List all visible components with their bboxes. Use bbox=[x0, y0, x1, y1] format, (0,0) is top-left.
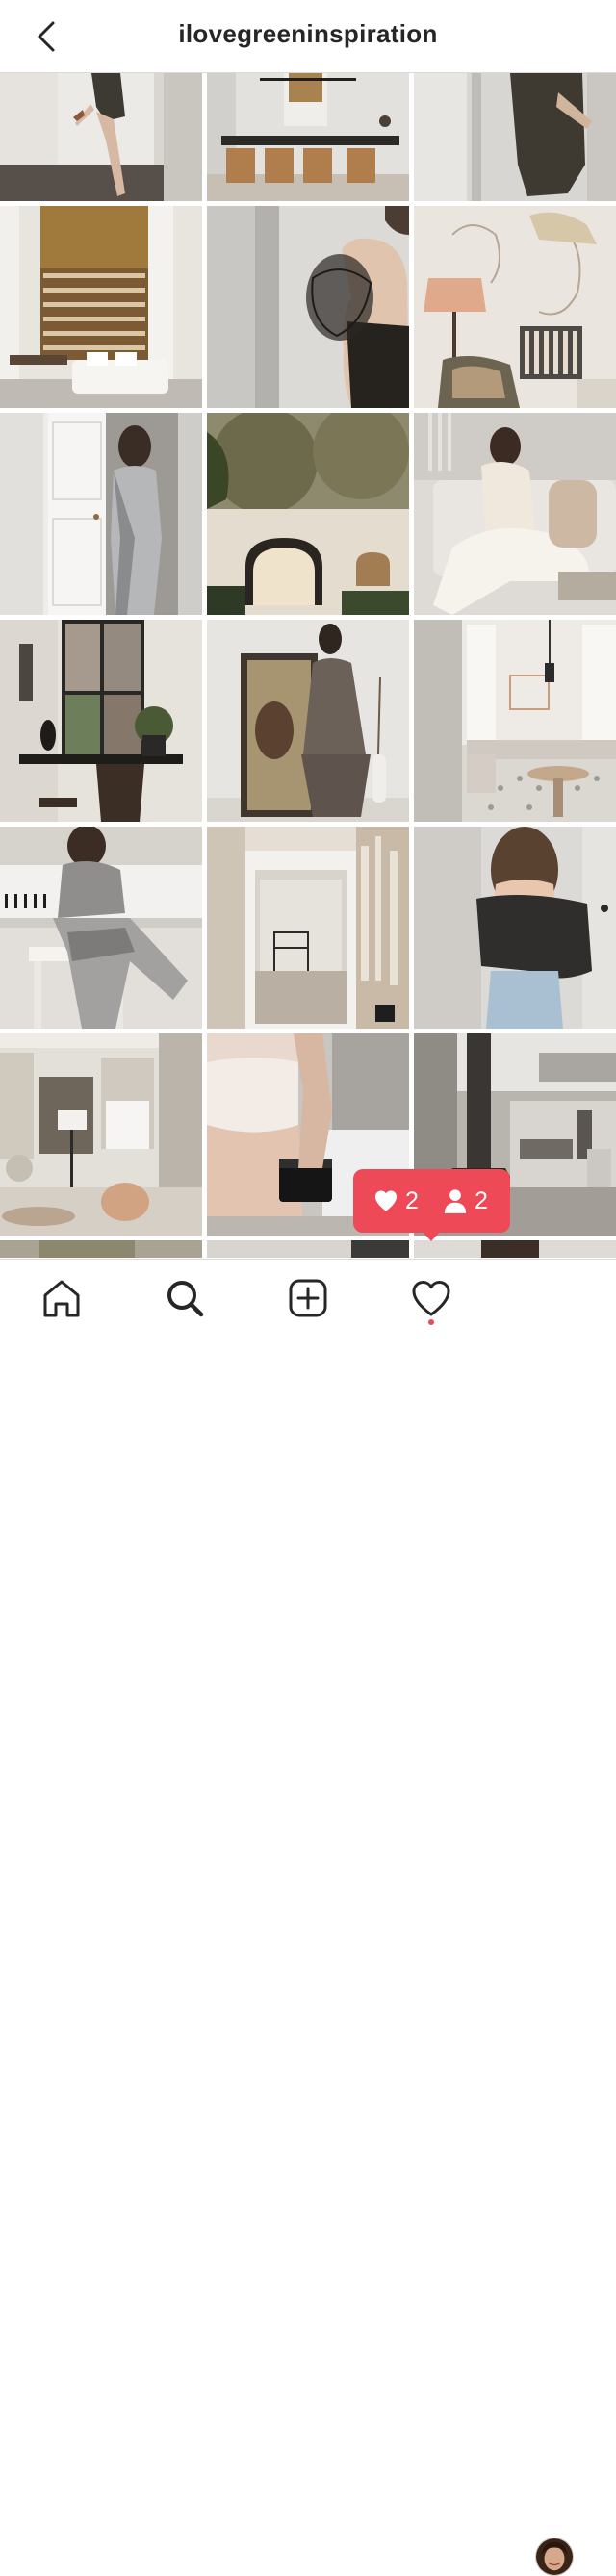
grid-post-13[interactable] bbox=[0, 827, 202, 1029]
grid-post-8[interactable] bbox=[207, 413, 409, 615]
grid-post-20[interactable] bbox=[207, 1240, 409, 1258]
likes-count: 2 bbox=[405, 1187, 419, 1214]
tab-new-post[interactable] bbox=[285, 1275, 331, 1321]
notification-pointer bbox=[423, 1232, 440, 1241]
tab-activity[interactable] bbox=[408, 1275, 454, 1321]
grid-post-11[interactable] bbox=[207, 620, 409, 822]
grid-post-2[interactable] bbox=[207, 73, 409, 201]
profile-avatar bbox=[536, 2538, 573, 2575]
profile-header: ilovegreeninspiration bbox=[0, 0, 616, 73]
activity-notification-bubble[interactable]: 2 2 bbox=[353, 1169, 510, 1233]
person-icon bbox=[444, 1189, 467, 1213]
activity-unread-dot bbox=[428, 1319, 434, 1325]
grid-post-10[interactable] bbox=[0, 620, 202, 822]
grid-post-14[interactable] bbox=[207, 827, 409, 1029]
likes-indicator: 2 bbox=[372, 1187, 419, 1214]
grid-post-3[interactable] bbox=[414, 73, 616, 201]
tab-profile-avatar[interactable] bbox=[535, 2538, 574, 2576]
grid-post-15[interactable] bbox=[414, 827, 616, 1029]
grid-post-12[interactable] bbox=[414, 620, 616, 822]
grid-post-1[interactable] bbox=[0, 73, 202, 201]
page-title: ilovegreeninspiration bbox=[178, 19, 438, 48]
post-grid bbox=[0, 73, 616, 1258]
grid-post-16[interactable] bbox=[0, 1033, 202, 1236]
grid-post-19[interactable] bbox=[0, 1240, 202, 1258]
activity-heart-icon bbox=[412, 1281, 450, 1316]
heart-icon bbox=[374, 1190, 398, 1211]
grid-post-9[interactable] bbox=[414, 413, 616, 615]
followers-count: 2 bbox=[475, 1187, 488, 1214]
grid-post-21[interactable] bbox=[414, 1240, 616, 1258]
grid-post-5[interactable] bbox=[207, 206, 409, 408]
grid-post-6[interactable] bbox=[414, 206, 616, 408]
grid-post-4[interactable] bbox=[0, 206, 202, 408]
home-icon bbox=[43, 1280, 80, 1317]
followers-indicator: 2 bbox=[442, 1187, 488, 1214]
tab-home[interactable] bbox=[38, 1275, 85, 1321]
search-icon bbox=[167, 1281, 204, 1317]
tab-search[interactable] bbox=[162, 1275, 208, 1321]
grid-post-7[interactable] bbox=[0, 413, 202, 615]
new-post-icon bbox=[289, 1279, 327, 1317]
bottom-tab-bar bbox=[0, 1259, 616, 2576]
